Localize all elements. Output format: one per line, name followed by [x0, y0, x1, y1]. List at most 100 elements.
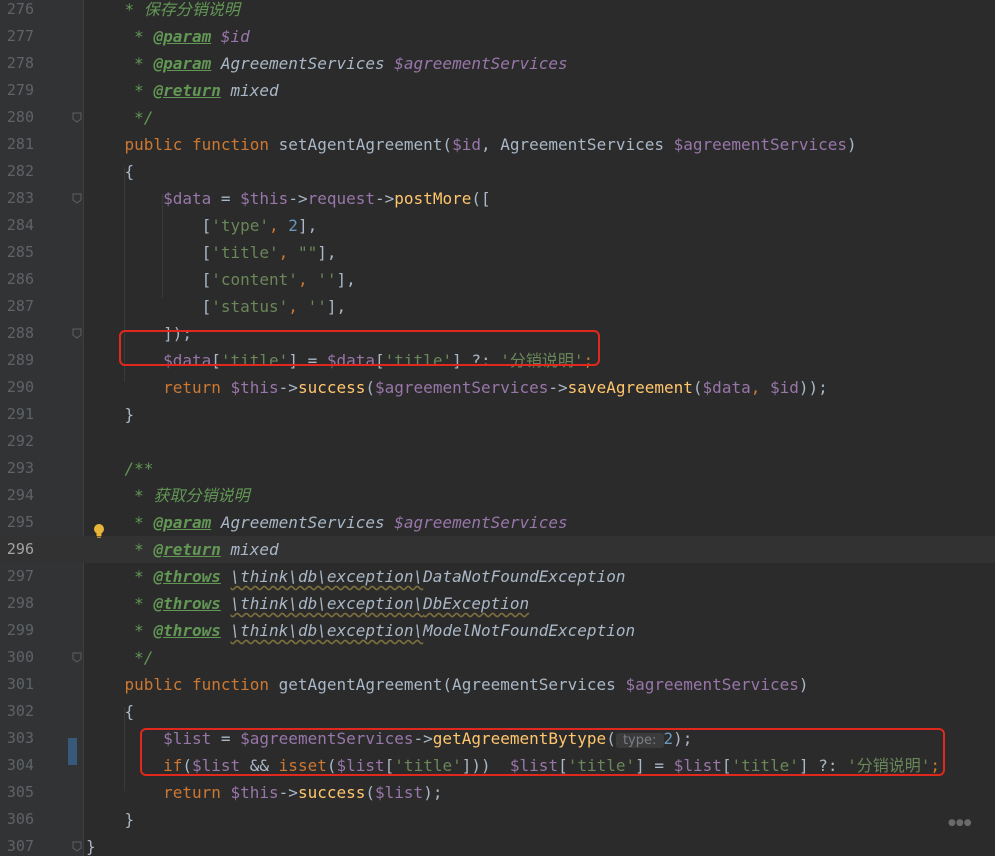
code-token: 'title' [211, 243, 279, 262]
code-line[interactable]: 287 ['status', ''], [0, 293, 995, 320]
code-token: @param [153, 54, 212, 73]
code-line[interactable]: 302 { [0, 698, 995, 725]
code-token: , [278, 243, 298, 262]
code-token: DataNotFoundException [423, 567, 626, 586]
code-token: [ [86, 243, 212, 262]
code-token: \think\db\exception\ [230, 594, 424, 613]
line-number: 303 [6, 729, 34, 747]
vcs-change-marker[interactable] [68, 738, 77, 765]
code-line[interactable]: 298 * @throws \think\db\exception\DbExce… [0, 590, 995, 617]
code-token: \think\db\exception\ [230, 621, 424, 640]
line-number: 307 [6, 837, 34, 855]
code-line[interactable]: 279 * @return mixed [0, 77, 995, 104]
code-line[interactable]: 281 public function setAgentAgreement($i… [0, 131, 995, 158]
code-line[interactable]: 286 ['content', ''], [0, 266, 995, 293]
fold-marker-icon[interactable] [72, 652, 82, 663]
code-token: 获取分销说明 [153, 486, 250, 505]
code-line[interactable]: 293 /** [0, 455, 995, 482]
code-token: $data [163, 189, 212, 208]
code-line[interactable]: 297 * @throws \think\db\exception\DataNo… [0, 563, 995, 590]
code-token: , [269, 216, 289, 235]
code-token: getAgentAgreement [278, 675, 443, 694]
code-line[interactable]: 290 return $this->success($agreementServ… [0, 374, 995, 401]
code-token: $agreementServices [394, 513, 568, 532]
code-line[interactable]: 294 * 获取分销说明 [0, 482, 995, 509]
code-token: public function [124, 135, 279, 154]
code-line[interactable]: 292 [0, 428, 995, 455]
line-text: ['title', ""], [86, 239, 337, 266]
code-token: @throws [153, 567, 221, 586]
code-token: $list [375, 783, 424, 802]
code-token: * [86, 540, 154, 559]
line-number: 300 [6, 648, 34, 666]
code-line[interactable]: 278 * @param AgreementServices $agreemen… [0, 50, 995, 77]
code-token: ( [365, 783, 376, 802]
line-number: 286 [6, 270, 34, 288]
code-token: AgreementServices [211, 513, 395, 532]
line-text: return $this->success($agreementServices… [86, 374, 828, 401]
code-line[interactable]: 306 } [0, 806, 995, 833]
code-token: 'status' [211, 297, 289, 316]
code-token: $this [230, 783, 279, 802]
line-number: 297 [6, 567, 34, 585]
code-token: @throws [153, 621, 221, 640]
line-text: { [86, 698, 135, 725]
code-token: 'content' [211, 270, 298, 289]
fold-marker-icon[interactable] [72, 841, 82, 852]
code-line[interactable]: 307} [0, 833, 995, 856]
code-line[interactable]: 285 ['title', ""], [0, 239, 995, 266]
line-text: public function setAgentAgreement($id, A… [86, 131, 857, 158]
code-token: * [86, 621, 154, 640]
code-line[interactable]: 295 * @param AgreementServices $agreemen… [0, 509, 995, 536]
line-text: * @throws \think\db\exception\DbExceptio… [86, 590, 529, 617]
code-editor[interactable]: 276 * 保存分销说明 277 * @param $id 278 * @param… [0, 0, 995, 856]
line-number: 306 [6, 810, 34, 828]
fold-marker-icon[interactable] [72, 193, 82, 204]
code-token: 保存分销说明 [143, 0, 240, 19]
code-token: request [307, 189, 376, 208]
code-token: 2 [288, 216, 298, 235]
line-number: 295 [6, 513, 34, 531]
code-token: @return [153, 540, 221, 559]
line-text: * @param AgreementServices $agreementSer… [86, 50, 568, 77]
code-line[interactable]: 301 public function getAgentAgreement(Ag… [0, 671, 995, 698]
code-token: [ [86, 297, 212, 316]
fold-marker-icon[interactable] [72, 328, 82, 339]
fold-marker-icon[interactable] [72, 112, 82, 123]
code-token: /** [86, 459, 154, 478]
code-line[interactable]: 305 return $this->success($list); [0, 779, 995, 806]
code-line[interactable]: 300 */ [0, 644, 995, 671]
code-token: ) [847, 135, 857, 154]
code-line[interactable]: 291 } [0, 401, 995, 428]
code-line[interactable]: 296 * @return mixed [0, 536, 995, 563]
code-token: AgreementServices [211, 54, 395, 73]
highlight-box-line-289 [119, 330, 600, 366]
lightbulb-icon[interactable] [93, 523, 105, 539]
code-line[interactable]: 282 { [0, 158, 995, 185]
code-token: mixed [220, 540, 279, 559]
line-number: 289 [6, 351, 34, 369]
code-token: @throws [153, 594, 221, 613]
code-token: * [86, 81, 154, 100]
code-token: ); [423, 783, 443, 802]
code-line[interactable]: 276 * 保存分销说明 [0, 0, 995, 23]
line-number: 287 [6, 297, 34, 315]
code-line[interactable]: 280 */ [0, 104, 995, 131]
code-line[interactable]: 299 * @throws \think\db\exception\ModelN… [0, 617, 995, 644]
code-token: { [86, 702, 135, 721]
code-token: * [86, 486, 154, 505]
code-line[interactable]: 283 $data = $this->request->postMore([ [0, 185, 995, 212]
code-token: @param [153, 27, 212, 46]
line-number: 290 [6, 378, 34, 396]
code-token: ], [326, 297, 347, 316]
code-line[interactable]: 277 * @param $id [0, 23, 995, 50]
code-line[interactable]: 284 ['type', 2], [0, 212, 995, 239]
code-token: $agreementServices [375, 378, 549, 397]
code-token: * [86, 54, 154, 73]
line-text: ['status', ''], [86, 293, 347, 320]
code-token: ( [442, 135, 453, 154]
line-text: */ [86, 644, 153, 671]
code-token: )); [798, 378, 828, 397]
code-token: $data [702, 378, 751, 397]
code-token: * [86, 594, 154, 613]
